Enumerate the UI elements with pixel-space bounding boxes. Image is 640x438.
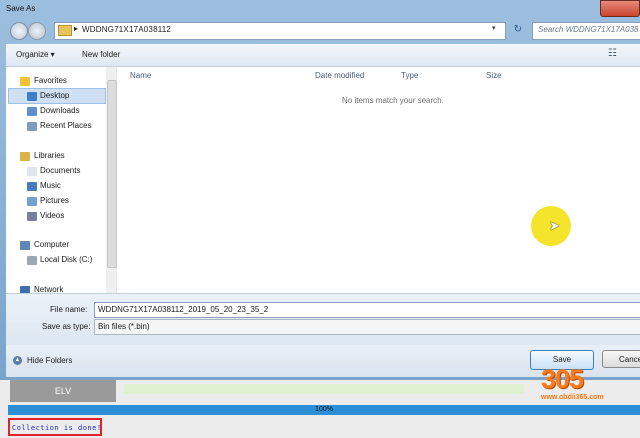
folder-icon — [58, 25, 72, 36]
pictures-icon — [27, 197, 37, 206]
star-icon — [20, 77, 30, 86]
save-type-value[interactable]: Bin files (*.bin) — [98, 322, 150, 331]
documents-icon — [27, 167, 37, 176]
back-button[interactable] — [10, 22, 28, 40]
file-name-label: File name: — [50, 305, 88, 314]
column-size[interactable]: Size — [486, 71, 502, 80]
watermark-logo: 305 — [541, 364, 584, 394]
progress-label: 100% — [315, 406, 333, 413]
elv-button[interactable]: ELV — [10, 380, 116, 402]
music-icon — [27, 182, 37, 191]
forward-button[interactable] — [28, 22, 46, 40]
search-placeholder[interactable]: Search WDDNG71X17A038112 — [538, 25, 638, 34]
address-path[interactable]: WDDNG71X17A038112 — [82, 25, 171, 34]
watermark-url: www.obdii365.com — [541, 394, 604, 401]
save-type-label: Save as type: — [42, 322, 91, 331]
nav-item-recent-places[interactable]: Recent Places — [40, 121, 92, 130]
column-name[interactable]: Name — [130, 71, 151, 80]
status-strip — [124, 384, 524, 394]
empty-message: No items match your search. — [342, 96, 444, 105]
desktop-icon — [27, 92, 37, 101]
column-date-modified[interactable]: Date modified — [315, 71, 364, 80]
nav-item-pictures[interactable]: Pictures — [40, 196, 69, 205]
nav-item-music[interactable]: Music — [40, 181, 61, 190]
libraries-icon — [20, 152, 30, 161]
title-bar[interactable] — [0, 0, 640, 18]
videos-icon — [27, 212, 37, 221]
save-type-select[interactable] — [94, 319, 640, 335]
nav-item-favorites[interactable]: Favorites — [34, 76, 67, 85]
mouse-cursor-icon: ➤ — [549, 218, 560, 233]
nav-item-libraries[interactable]: Libraries — [34, 151, 65, 160]
nav-scrollbar-thumb[interactable] — [107, 80, 117, 268]
collapse-icon[interactable]: ▲ — [13, 356, 22, 365]
nav-item-desktop[interactable]: Desktop — [40, 91, 69, 100]
nav-item-computer[interactable]: Computer — [34, 240, 69, 249]
nav-item-videos[interactable]: Videos — [40, 211, 64, 220]
organize-button[interactable]: Organize ▾ — [16, 50, 55, 59]
recent-places-icon — [27, 122, 37, 131]
refresh-button[interactable]: ↻ — [508, 22, 528, 38]
nav-item-local-disk-c[interactable]: Local Disk (C:) — [40, 255, 92, 264]
chevron-right-icon[interactable]: ▸ — [74, 24, 78, 33]
nav-item-downloads[interactable]: Downloads — [40, 106, 80, 115]
window-title: Save As — [6, 4, 36, 13]
column-type[interactable]: Type — [401, 71, 418, 80]
chevron-down-icon[interactable]: ▾ — [492, 24, 496, 32]
close-button[interactable] — [600, 0, 640, 17]
file-name-value[interactable]: WDDNG71X17A038112_2019_05_20_23_35_2 — [98, 305, 268, 314]
computer-icon — [20, 241, 30, 250]
view-options-icon[interactable]: ☷ — [608, 48, 622, 60]
hide-folders-button[interactable]: Hide Folders — [27, 356, 72, 365]
new-folder-button[interactable]: New folder — [82, 50, 120, 59]
downloads-icon — [27, 107, 37, 116]
nav-item-documents[interactable]: Documents — [40, 166, 80, 175]
cancel-button[interactable]: Cance — [602, 350, 640, 368]
local-disk-icon — [27, 256, 37, 265]
status-message: Collection is done! — [12, 424, 102, 432]
